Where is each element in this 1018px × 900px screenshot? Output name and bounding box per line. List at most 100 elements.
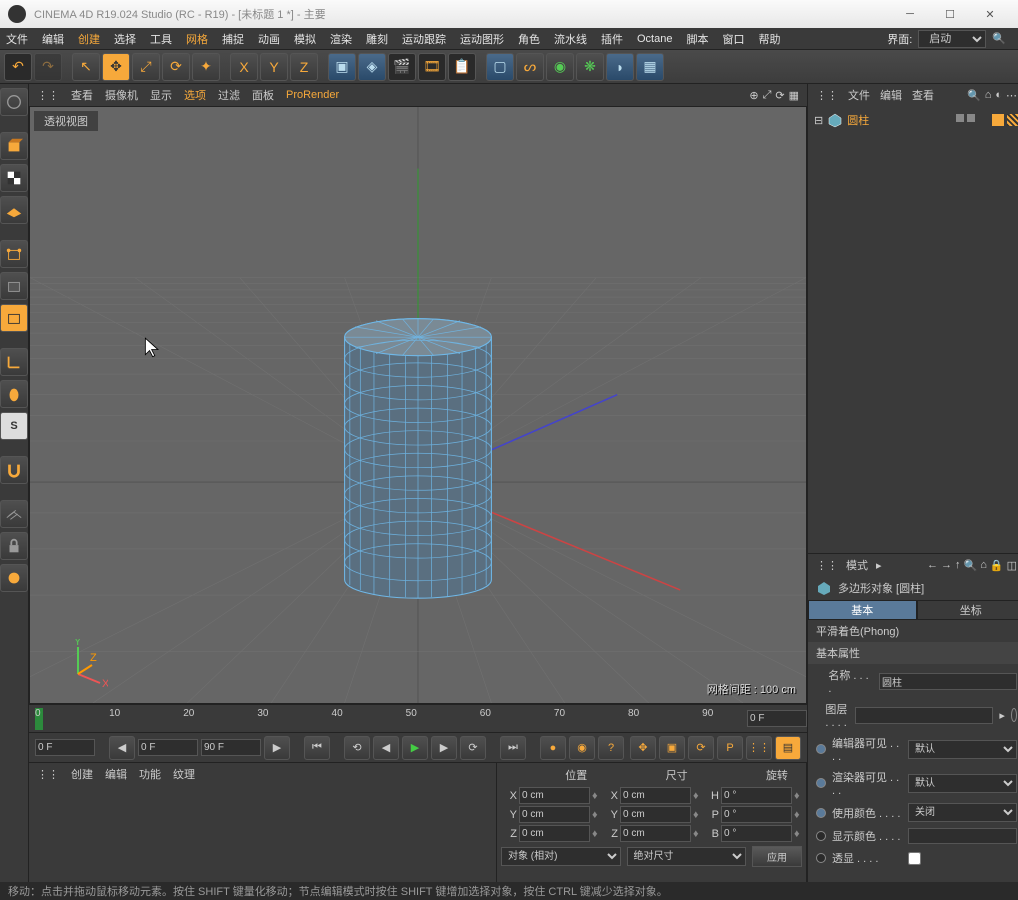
attr-名称[interactable] <box>879 673 1017 690</box>
vp-menu-选项[interactable]: 选项 <box>184 87 206 103</box>
range-start-field[interactable] <box>138 739 198 756</box>
menu-编辑[interactable]: 编辑 <box>42 31 64 47</box>
cube-primitive-button[interactable]: ▢ <box>486 53 514 81</box>
prev-frame-button[interactable]: ◀ <box>373 736 399 760</box>
menu-Octane[interactable]: Octane <box>637 33 672 45</box>
opt5-button[interactable]: ⋮⋮ <box>746 736 772 760</box>
make-editable-button[interactable] <box>0 88 28 116</box>
layer-picker[interactable] <box>1011 708 1017 722</box>
menu-脚本[interactable]: 脚本 <box>686 31 708 47</box>
vp-menu-过滤[interactable]: 过滤 <box>218 87 240 103</box>
spline-button[interactable]: ᔕ <box>516 53 544 81</box>
vis-dot-2[interactable] <box>967 114 975 122</box>
om-more-icon[interactable]: ⋯ <box>1006 89 1017 102</box>
range-end-button[interactable]: ▶ <box>264 736 290 760</box>
model-mode-button[interactable] <box>0 132 28 160</box>
undo-button[interactable]: ↶ <box>4 53 32 81</box>
play-button[interactable]: ▶ <box>402 736 428 760</box>
texture-mode-button[interactable] <box>0 164 28 192</box>
coord-mode-select[interactable]: 对象 (相对) <box>501 847 621 866</box>
vp-icon-1[interactable]: ⊕ <box>749 89 758 102</box>
size-Y[interactable] <box>620 806 691 823</box>
attr-图层[interactable] <box>855 707 993 724</box>
viewport[interactable]: 透视视图 网格间距 : 100 cm Y X Z <box>29 106 807 704</box>
menu-创建[interactable]: 创建 <box>78 31 100 47</box>
current-frame-field[interactable] <box>35 739 95 756</box>
menu-渲染[interactable]: 渲染 <box>330 31 352 47</box>
z-axis-button[interactable]: Z <box>290 53 318 81</box>
apply-button[interactable]: 应用 <box>752 846 802 867</box>
attr-color[interactable] <box>908 828 1017 844</box>
scale-tool[interactable]: ⤢ <box>132 53 160 81</box>
attr-使用颜色[interactable]: 关闭 <box>908 803 1017 822</box>
om-home-icon[interactable]: ⌂ <box>985 89 992 102</box>
render-settings-button[interactable]: 🎬 <box>388 53 416 81</box>
om-menu-查看[interactable]: 查看 <box>912 87 934 103</box>
rot-B[interactable] <box>721 825 792 842</box>
attr-透显[interactable] <box>908 852 921 865</box>
record-button[interactable]: ● <box>540 736 566 760</box>
workplane-button[interactable] <box>0 196 28 224</box>
tab-basic[interactable]: 基本 <box>808 600 917 620</box>
vp-icon-3[interactable]: ⟳ <box>775 89 784 102</box>
next-frame-button[interactable]: ▶ <box>431 736 457 760</box>
vp-menu-查看[interactable]: 查看 <box>71 87 93 103</box>
mat-menu-编辑[interactable]: 编辑 <box>105 766 127 782</box>
tag-icon-2[interactable] <box>1007 114 1018 126</box>
size-Z[interactable] <box>620 825 691 842</box>
menu-雕刻[interactable]: 雕刻 <box>366 31 388 47</box>
close-button[interactable]: ✕ <box>970 0 1010 28</box>
vp-menu-面板[interactable]: 面板 <box>252 87 274 103</box>
vp-menu-ProRender[interactable]: ProRender <box>286 89 339 101</box>
tag-icon[interactable] <box>992 114 1004 126</box>
opt2-button[interactable]: ▣ <box>659 736 685 760</box>
menu-模拟[interactable]: 模拟 <box>294 31 316 47</box>
lock-button[interactable] <box>0 532 28 560</box>
range-end-field[interactable] <box>201 739 261 756</box>
goto-end-button[interactable]: ⏭ <box>500 736 526 760</box>
mat-menu-功能[interactable]: 功能 <box>139 766 161 782</box>
attr-search-icon[interactable]: 🔍 <box>964 559 978 572</box>
size-X[interactable] <box>620 787 691 804</box>
menu-运动跟踪[interactable]: 运动跟踪 <box>402 31 446 47</box>
snap-button[interactable]: S <box>0 412 28 440</box>
pos-Z[interactable] <box>519 825 590 842</box>
mat-menu-创建[interactable]: 创建 <box>71 766 93 782</box>
pos-Y[interactable] <box>519 806 590 823</box>
autokey-button[interactable]: ◉ <box>569 736 595 760</box>
timeline[interactable]: 0102030405060708090 <box>29 704 807 732</box>
misc-button[interactable] <box>0 564 28 592</box>
menu-窗口[interactable]: 窗口 <box>722 31 744 47</box>
menu-捕捉[interactable]: 捕捉 <box>222 31 244 47</box>
magnet-button[interactable] <box>0 456 28 484</box>
attr-home-icon[interactable]: ⌂ <box>980 559 987 572</box>
opt4-button[interactable]: P <box>717 736 743 760</box>
mouse-button[interactable] <box>0 380 28 408</box>
mat-menu-纹理[interactable]: 纹理 <box>173 766 195 782</box>
om-menu-编辑[interactable]: 编辑 <box>880 87 902 103</box>
range-start-button[interactable]: ◀ <box>109 736 135 760</box>
menu-工具[interactable]: 工具 <box>150 31 172 47</box>
opt1-button[interactable]: ✥ <box>630 736 656 760</box>
menu-帮助[interactable]: 帮助 <box>758 31 780 47</box>
points-mode-button[interactable] <box>0 240 28 268</box>
attr-渲染器可见[interactable]: 默认 <box>908 774 1017 793</box>
rot-P[interactable] <box>721 806 792 823</box>
x-axis-button[interactable]: X <box>230 53 258 81</box>
menu-文件[interactable]: 文件 <box>6 31 28 47</box>
floor-button[interactable]: ▦ <box>636 53 664 81</box>
minimize-button[interactable]: ─ <box>890 0 930 28</box>
menu-流水线[interactable]: 流水线 <box>554 31 587 47</box>
opt3-button[interactable]: ⟳ <box>688 736 714 760</box>
opt6-button[interactable]: ▤ <box>775 736 801 760</box>
attr-lock-icon[interactable]: 🔒 <box>990 559 1004 572</box>
layout-select[interactable]: 启动 <box>918 30 986 48</box>
menu-运动图形[interactable]: 运动图形 <box>460 31 504 47</box>
attr-new-icon[interactable]: ◫ <box>1007 559 1017 572</box>
vp-menu-摄像机[interactable]: 摄像机 <box>105 87 138 103</box>
object-tree-item[interactable]: ⊟ 圆柱 <box>812 110 1018 130</box>
keyframe-button[interactable]: ? <box>598 736 624 760</box>
phong-row[interactable]: 平滑着色(Phong) <box>808 620 1018 642</box>
select-tool[interactable]: ↖ <box>72 53 100 81</box>
om-eye-icon[interactable]: ◐ <box>995 89 1002 102</box>
